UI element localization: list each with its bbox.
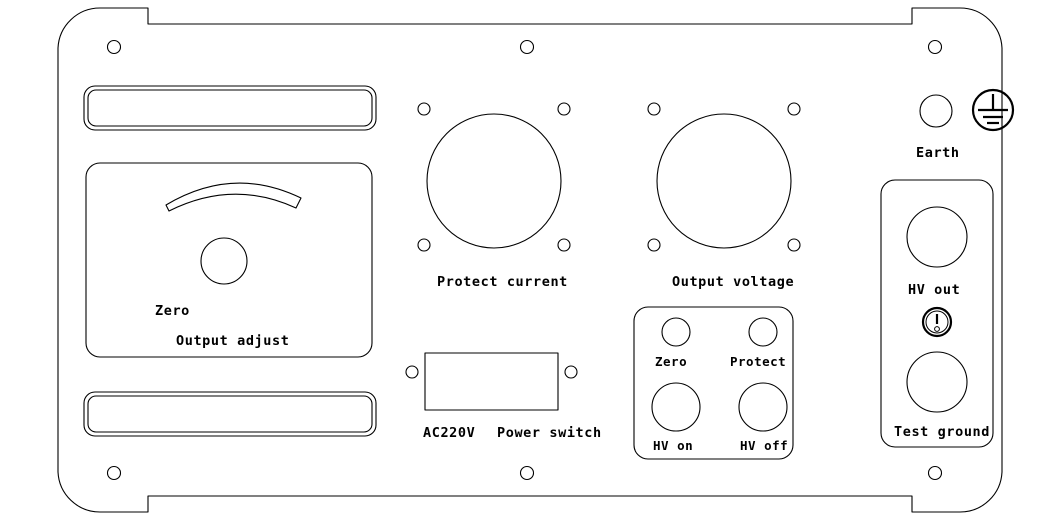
meter-mount-hole — [557, 102, 571, 116]
instrument-front-panel: Zero Output adjust Protect current Outpu… — [0, 0, 1060, 520]
binding-post-test-ground[interactable] — [906, 351, 968, 413]
warning-exclamation-icon — [921, 306, 953, 338]
label-btn-protect: Protect — [730, 354, 786, 369]
protective-earth-icon — [971, 88, 1015, 132]
label-output-voltage: Output voltage — [672, 274, 794, 290]
output-adjust-plate — [85, 162, 373, 358]
label-test-ground: Test ground — [894, 424, 990, 440]
screw-hole — [519, 39, 535, 55]
label-power-switch: Power switch — [497, 425, 602, 441]
screw-hole — [106, 465, 122, 481]
earth-terminal-group: Earth — [916, 88, 1015, 161]
control-button-panel: Zero Protect HV on HV off — [633, 306, 794, 460]
label-btn-zero: Zero — [655, 354, 687, 369]
binding-post-hv-out[interactable] — [906, 206, 968, 268]
panel-drawing: Zero Output adjust Protect current Outpu… — [57, 7, 1015, 513]
hv-output-plate — [880, 179, 994, 448]
label-protect-current: Protect current — [437, 274, 568, 290]
push-button-hv-off[interactable] — [738, 382, 788, 432]
label-hv-out: HV out — [908, 282, 960, 298]
binding-post-earth[interactable] — [919, 94, 953, 128]
screw-hole — [927, 465, 943, 481]
meter-mount-hole — [787, 102, 801, 116]
meter-mount-hole — [647, 102, 661, 116]
inlet-mount-hole — [564, 365, 578, 379]
label-output-adjust: Output adjust — [176, 333, 289, 349]
output-voltage-meter: Output voltage — [647, 102, 801, 290]
inlet-mount-hole — [405, 365, 419, 379]
analog-gauge-arc — [165, 182, 302, 212]
meter-mount-hole — [417, 238, 431, 252]
meter-mount-hole — [647, 238, 661, 252]
rotary-knob-output-adjust[interactable] — [200, 237, 248, 285]
protect-current-meter: Protect current — [417, 102, 571, 290]
vent-slot-top — [83, 85, 377, 131]
button-plate — [633, 306, 794, 460]
label-btn-hv-on: HV on — [653, 438, 693, 453]
indicator-lamp-zero — [661, 317, 691, 347]
vent-slot-bottom — [83, 391, 377, 437]
round-meter-cutout-output-voltage — [656, 113, 792, 249]
label-ac220v: AC220V — [423, 425, 475, 441]
ac-power-inlet: AC220V Power switch — [405, 352, 602, 441]
label-zero-knob: Zero — [155, 303, 190, 319]
ac-inlet-cutout[interactable] — [424, 352, 559, 411]
indicator-lamp-protect — [748, 317, 778, 347]
round-meter-cutout-protect-current — [426, 113, 562, 249]
label-earth: Earth — [916, 145, 960, 161]
meter-mount-hole — [417, 102, 431, 116]
chassis-screw-holes — [106, 39, 943, 481]
push-button-hv-on[interactable] — [651, 382, 701, 432]
screw-hole — [106, 39, 122, 55]
label-btn-hv-off: HV off — [740, 438, 788, 453]
screw-hole — [519, 465, 535, 481]
screw-hole — [927, 39, 943, 55]
output-adjust-panel: Zero Output adjust — [85, 162, 373, 358]
hv-output-panel: HV out Test ground — [880, 179, 994, 448]
meter-mount-hole — [787, 238, 801, 252]
meter-mount-hole — [557, 238, 571, 252]
